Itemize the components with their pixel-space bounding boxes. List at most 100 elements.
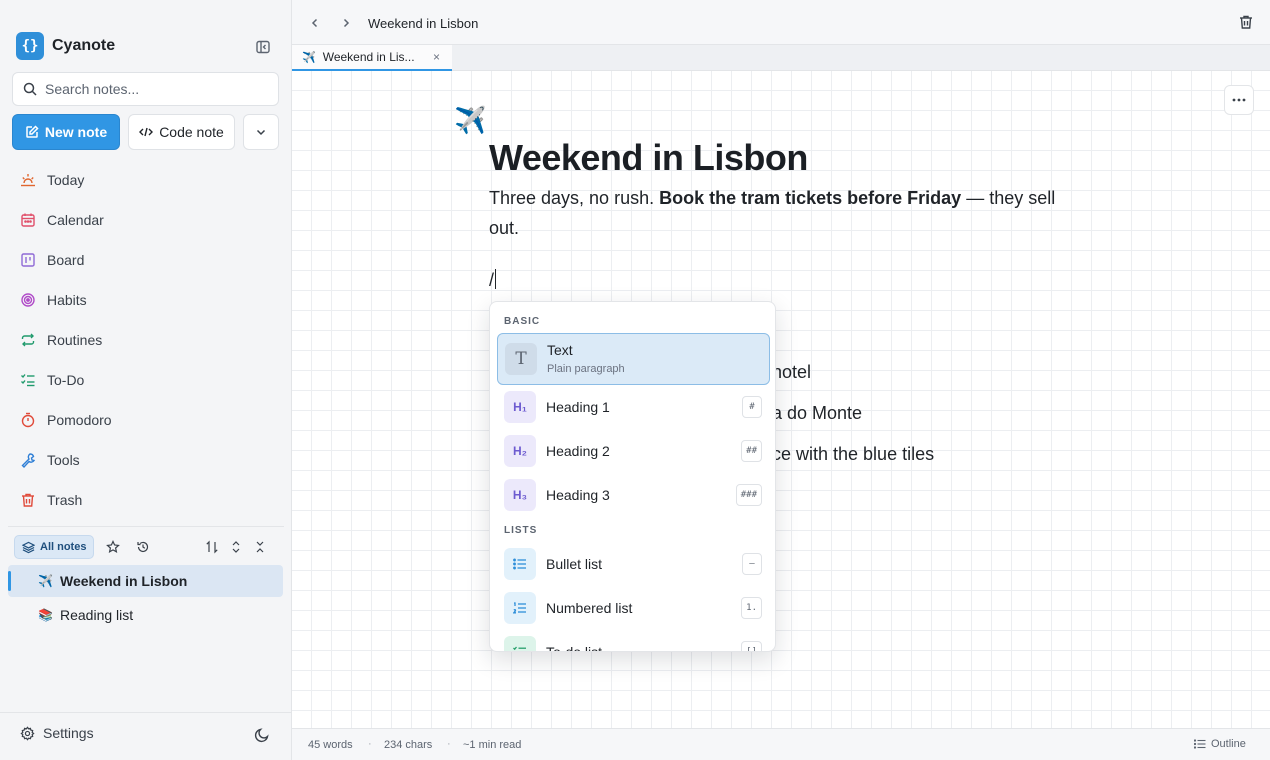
sidebar-divider: [8, 526, 284, 527]
settings-label: Settings: [43, 725, 94, 741]
paragraph-text: Three days, no rush.: [489, 188, 660, 208]
code-note-label: Code note: [159, 124, 224, 140]
more-options-icon[interactable]: [1224, 85, 1254, 115]
new-note-button[interactable]: New note: [12, 114, 120, 150]
nav-item-today[interactable]: Today: [12, 160, 280, 200]
shortcut-hint: #: [742, 396, 762, 418]
sort-icon[interactable]: [201, 536, 223, 558]
tree-item-weekend-in-lisbon[interactable]: ✈️ Weekend in Lisbon: [8, 565, 283, 597]
app-name: Cyanote: [52, 37, 116, 54]
outline-toggle-button[interactable]: Outline: [1194, 738, 1246, 750]
gear-icon: [20, 725, 35, 741]
menu-item-heading-3[interactable]: H₃ Heading 3 ###: [497, 473, 770, 517]
nav-item-trash[interactable]: Trash: [12, 480, 280, 520]
slash-text: /: [489, 270, 495, 290]
heading-3-icon: H₃: [504, 479, 536, 511]
airplane-icon: ✈️: [302, 51, 316, 64]
favorites-star-icon[interactable]: [102, 536, 124, 558]
nav-item-habits[interactable]: Habits: [12, 280, 280, 320]
status-bar: 45 words · 234 chars · ~1 min read Outli…: [292, 728, 1270, 760]
all-notes-label: All notes: [40, 541, 87, 553]
nav-item-todo[interactable]: To-Do: [12, 360, 280, 400]
menu-section-basic: BASIC: [504, 316, 541, 327]
tab-close-icon[interactable]: ×: [433, 50, 440, 64]
search-input[interactable]: [45, 81, 265, 97]
list-line-partial[interactable]: hotel: [772, 362, 811, 383]
list-line-partial[interactable]: a do Monte: [772, 403, 862, 424]
menu-item-label: To-do list: [546, 644, 603, 652]
code-note-button[interactable]: Code note: [128, 114, 235, 150]
document-paragraph[interactable]: Three days, no rush. Book the tram ticke…: [489, 183, 1059, 243]
menu-item-label: Heading 2: [546, 443, 610, 459]
menu-item-sublabel: Plain paragraph: [547, 363, 625, 375]
bullet-list-icon: [504, 548, 536, 580]
theme-toggle-moon-icon[interactable]: [254, 727, 270, 748]
timer-icon: [21, 412, 35, 428]
menu-item-label: Text: [547, 342, 573, 358]
code-icon: [139, 127, 154, 137]
sidebar: {} Cyanote New note Code note Today Cale…: [0, 0, 292, 760]
collapse-all-icon[interactable]: [249, 536, 271, 558]
breadcrumb[interactable]: Weekend in Lisbon: [368, 16, 478, 31]
nav-item-tools[interactable]: Tools: [12, 440, 280, 480]
airplane-icon: ✈️: [38, 574, 53, 588]
menu-item-bullet-list[interactable]: Bullet list –: [497, 542, 770, 586]
tab-bar: ✈️ Weekend in Lis... ×: [292, 45, 1270, 71]
expand-all-icon[interactable]: [225, 536, 247, 558]
search-box[interactable]: [12, 72, 279, 106]
shortcut-hint: 1.: [741, 597, 762, 619]
list-line-partial[interactable]: ce with the blue tiles: [772, 444, 934, 465]
nav-label: Trash: [47, 492, 83, 508]
new-note-options-button[interactable]: [243, 114, 279, 150]
new-note-label: New note: [44, 124, 108, 140]
menu-item-text[interactable]: T Text Plain paragraph: [497, 333, 770, 385]
menu-item-heading-2[interactable]: H₂ Heading 2 ##: [497, 429, 770, 473]
document-title[interactable]: Weekend in Lisbon: [489, 137, 808, 179]
menu-item-numbered-list[interactable]: Numbered list 1.: [497, 586, 770, 630]
nav-item-calendar[interactable]: Calendar: [12, 200, 280, 240]
heading-2-icon: H₂: [504, 435, 536, 467]
delete-note-trash-icon[interactable]: [1238, 14, 1254, 35]
nav-item-pomodoro[interactable]: Pomodoro: [12, 400, 280, 440]
nav-label: Board: [47, 252, 85, 268]
sun-horizon-icon: [21, 174, 35, 187]
forward-arrow-icon[interactable]: [337, 14, 355, 32]
brand: {} Cyanote: [16, 32, 115, 60]
nav-label: To-Do: [47, 372, 85, 388]
menu-section-lists: LISTS: [504, 525, 538, 536]
wrench-icon: [21, 453, 36, 468]
document-emoji-airplane-icon[interactable]: ✈️: [454, 105, 486, 136]
layers-icon: [22, 541, 35, 553]
menu-item-label: Heading 3: [546, 487, 610, 503]
collapse-sidebar-icon[interactable]: [252, 36, 274, 58]
settings-button[interactable]: Settings: [20, 725, 94, 741]
app-logo-icon: {}: [16, 32, 44, 60]
board-icon: [21, 253, 35, 267]
tree-item-reading-list[interactable]: 📚 Reading list: [8, 599, 283, 631]
menu-item-todo-list[interactable]: To-do list []: [497, 630, 770, 652]
menu-item-label: Heading 1: [546, 399, 610, 415]
status-separator: ·: [368, 738, 372, 750]
tab-weekend-in-lisbon[interactable]: ✈️ Weekend in Lis... ×: [292, 45, 452, 71]
menu-item-label: Bullet list: [546, 556, 603, 572]
shortcut-hint: []: [741, 641, 762, 651]
tab-label: Weekend in Lis...: [322, 50, 415, 64]
word-count: 45 words: [308, 739, 353, 751]
search-icon: [23, 82, 37, 96]
nav-label: Routines: [47, 332, 103, 348]
calendar-icon: [21, 213, 35, 227]
all-notes-filter-button[interactable]: All notes: [14, 535, 95, 559]
outline-label: Outline: [1211, 738, 1246, 750]
history-icon[interactable]: [132, 536, 154, 558]
nav-item-board[interactable]: Board: [12, 240, 280, 280]
topbar: Weekend in Lisbon: [292, 0, 1270, 45]
char-count: 234 chars: [384, 739, 433, 751]
numbered-list-icon: [504, 592, 536, 624]
edit-icon: [26, 125, 39, 138]
nav-item-routines[interactable]: Routines: [12, 320, 280, 360]
editor-canvas[interactable]: ✈️ Weekend in Lisbon Three days, no rush…: [292, 71, 1270, 728]
slash-command-line[interactable]: /: [489, 269, 497, 291]
back-arrow-icon[interactable]: [306, 14, 324, 32]
menu-item-label: Numbered list: [546, 600, 633, 616]
menu-item-heading-1[interactable]: H₁ Heading 1 #: [497, 385, 770, 429]
